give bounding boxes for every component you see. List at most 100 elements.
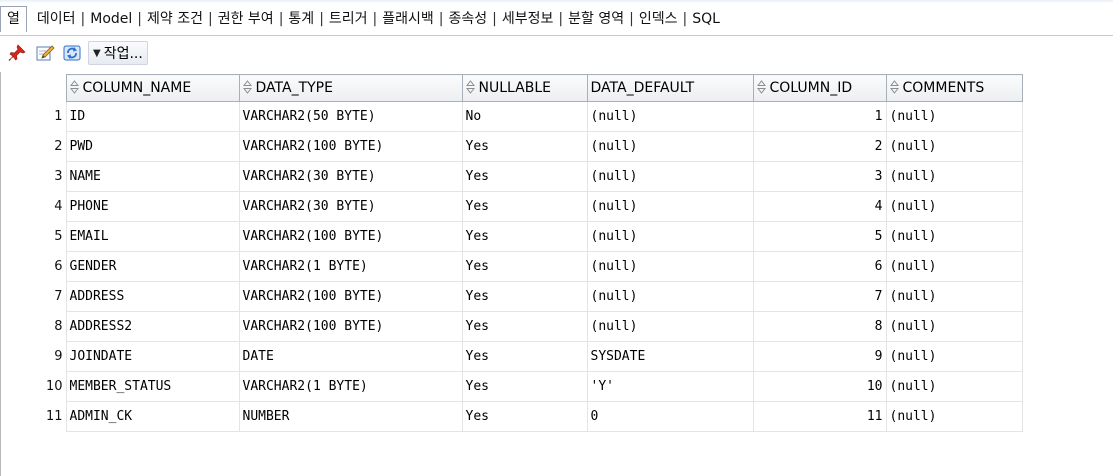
column-header-data-type[interactable]: DATA_TYPE — [238, 74, 463, 102]
cell-nullable[interactable]: Yes — [461, 281, 588, 312]
edit-button[interactable] — [34, 42, 56, 64]
cell-column-id[interactable]: 3 — [752, 161, 887, 192]
cell-column-name[interactable]: PWD — [65, 131, 240, 162]
cell-data-type[interactable]: NUMBER — [238, 401, 463, 432]
cell-data-default[interactable]: (null) — [586, 221, 754, 252]
cell-nullable[interactable]: No — [461, 101, 588, 132]
cell-column-id[interactable]: 2 — [752, 131, 887, 162]
cell-data-default[interactable]: 0 — [586, 401, 754, 432]
cell-data-type[interactable]: VARCHAR2(1 BYTE) — [238, 371, 463, 402]
cell-data-type[interactable]: VARCHAR2(100 BYTE) — [238, 311, 463, 342]
tab-2[interactable]: Model — [86, 7, 136, 31]
cell-data-default[interactable]: (null) — [586, 161, 754, 192]
cell-column-name[interactable]: ADDRESS — [65, 281, 240, 312]
cell-column-name[interactable]: PHONE — [65, 191, 240, 222]
cell-column-id[interactable]: 5 — [752, 221, 887, 252]
cell-column-name[interactable]: ID — [65, 101, 240, 132]
table-row[interactable]: 7 ADDRESS VARCHAR2(100 BYTE) Yes (null) 7 (nul… — [6, 281, 1023, 312]
cell-nullable[interactable]: Yes — [461, 371, 588, 402]
table-row[interactable]: 3 NAME VARCHAR2(30 BYTE) Yes (null) 3 (null) — [6, 161, 1023, 192]
cell-comments[interactable]: (null) — [885, 341, 1023, 372]
cell-column-id[interactable]: 1 — [752, 101, 887, 132]
cell-data-default[interactable]: (null) — [586, 281, 754, 312]
cell-data-type[interactable]: VARCHAR2(30 BYTE) — [238, 191, 463, 222]
cell-nullable[interactable]: Yes — [461, 401, 588, 432]
cell-nullable[interactable]: Yes — [461, 161, 588, 192]
cell-comments[interactable]: (null) — [885, 221, 1023, 252]
cell-data-default[interactable]: (null) — [586, 251, 754, 282]
cell-column-id[interactable]: 7 — [752, 281, 887, 312]
table-row[interactable]: 10 MEMBER_STATUS VARCHAR2(1 BYTE) Yes 'Y' 10(… — [6, 371, 1023, 402]
cell-column-name[interactable]: ADDRESS2 — [65, 311, 240, 342]
cell-data-type[interactable]: VARCHAR2(30 BYTE) — [238, 161, 463, 192]
actions-dropdown-button[interactable]: ▼ 작업... — [88, 41, 148, 65]
cell-column-name[interactable]: MEMBER_STATUS — [65, 371, 240, 402]
table-row[interactable]: 5 EMAIL VARCHAR2(100 BYTE) Yes (null) 5 (null) — [6, 221, 1023, 252]
cell-data-type[interactable]: VARCHAR2(100 BYTE) — [238, 221, 463, 252]
column-header-nullable[interactable]: NULLABLE — [461, 74, 588, 102]
cell-nullable[interactable]: Yes — [461, 221, 588, 252]
cell-nullable[interactable]: Yes — [461, 251, 588, 282]
tab-8[interactable]: 종속성 — [445, 7, 492, 31]
cell-column-name[interactable]: NAME — [65, 161, 240, 192]
cell-column-name[interactable]: ADMIN_CK — [65, 401, 240, 432]
cell-column-name[interactable]: GENDER — [65, 251, 240, 282]
cell-data-default[interactable]: 'Y' — [586, 371, 754, 402]
table-row[interactable]: 6 GENDER VARCHAR2(1 BYTE) Yes (null) 6 (null) — [6, 251, 1023, 282]
table-row[interactable]: 2 PWD VARCHAR2(100 BYTE) Yes (null) 2 (null) — [6, 131, 1023, 162]
refresh-button[interactable] — [62, 42, 84, 64]
tab-0[interactable]: 열 — [0, 6, 27, 32]
cell-comments[interactable]: (null) — [885, 401, 1023, 432]
cell-column-name[interactable]: JOINDATE — [65, 341, 240, 372]
column-header-column-id[interactable]: COLUMN_ID — [752, 74, 887, 102]
table-row[interactable]: 8 ADDRESS2 VARCHAR2(100 BYTE) Yes (null) 8 (nu… — [6, 311, 1023, 342]
pin-button[interactable] — [6, 42, 28, 64]
cell-nullable[interactable]: Yes — [461, 131, 588, 162]
cell-column-id[interactable]: 11 — [752, 401, 887, 432]
cell-column-id[interactable]: 8 — [752, 311, 887, 342]
cell-data-type[interactable]: VARCHAR2(50 BYTE) — [238, 101, 463, 132]
tab-4[interactable]: 권한 부여 — [214, 7, 278, 31]
cell-data-type[interactable]: VARCHAR2(1 BYTE) — [238, 251, 463, 282]
cell-comments[interactable]: (null) — [885, 251, 1023, 282]
tab-5[interactable]: 통계 — [284, 7, 318, 31]
cell-column-id[interactable]: 4 — [752, 191, 887, 222]
cell-comments[interactable]: (null) — [885, 161, 1023, 192]
cell-comments[interactable]: (null) — [885, 281, 1023, 312]
tab-7[interactable]: 플래시백 — [378, 7, 438, 31]
tab-1[interactable]: 데이터 — [33, 7, 80, 31]
cell-nullable[interactable]: Yes — [461, 341, 588, 372]
cell-nullable[interactable]: Yes — [461, 191, 588, 222]
column-header-comments[interactable]: COMMENTS — [885, 74, 1023, 102]
tab-11[interactable]: 인덱스 — [635, 7, 682, 31]
cell-nullable[interactable]: Yes — [461, 311, 588, 342]
cell-data-type[interactable]: VARCHAR2(100 BYTE) — [238, 131, 463, 162]
cell-data-default[interactable]: (null) — [586, 101, 754, 132]
cell-data-default[interactable]: SYSDATE — [586, 341, 754, 372]
cell-column-id[interactable]: 6 — [752, 251, 887, 282]
column-header-data-default[interactable]: DATA_DEFAULT — [586, 74, 754, 102]
cell-comments[interactable]: (null) — [885, 191, 1023, 222]
tab-9[interactable]: 세부정보 — [498, 7, 558, 31]
cell-data-default[interactable]: (null) — [586, 191, 754, 222]
table-row[interactable]: 11 ADMIN_CK NUMBER Yes 0 11 (null) — [6, 401, 1023, 432]
tab-12[interactable]: SQL — [688, 7, 724, 31]
cell-data-default[interactable]: (null) — [586, 311, 754, 342]
column-header-column-name[interactable]: COLUMN_NAME — [65, 74, 240, 102]
cell-comments[interactable]: (null) — [885, 311, 1023, 342]
cell-data-type[interactable]: VARCHAR2(100 BYTE) — [238, 281, 463, 312]
cell-comments[interactable]: (null) — [885, 101, 1023, 132]
tab-3[interactable]: 제약 조건 — [143, 7, 207, 31]
table-row[interactable]: 4 PHONE VARCHAR2(30 BYTE) Yes (null) 4 (null) — [6, 191, 1023, 222]
table-row[interactable]: 1 ID VARCHAR2(50 BYTE) No (null) 1 (null) — [6, 101, 1023, 132]
cell-comments[interactable]: (null) — [885, 371, 1023, 402]
cell-data-default[interactable]: (null) — [586, 131, 754, 162]
cell-data-type[interactable]: DATE — [238, 341, 463, 372]
table-row[interactable]: 9 JOINDATE DATE Yes SYSDATE 9 (null) — [6, 341, 1023, 372]
cell-column-name[interactable]: EMAIL — [65, 221, 240, 252]
tab-6[interactable]: 트리거 — [325, 7, 372, 31]
tab-10[interactable]: 분할 영역 — [564, 7, 628, 31]
cell-comments[interactable]: (null) — [885, 131, 1023, 162]
cell-column-id[interactable]: 10 — [752, 371, 887, 402]
cell-column-id[interactable]: 9 — [752, 341, 887, 372]
